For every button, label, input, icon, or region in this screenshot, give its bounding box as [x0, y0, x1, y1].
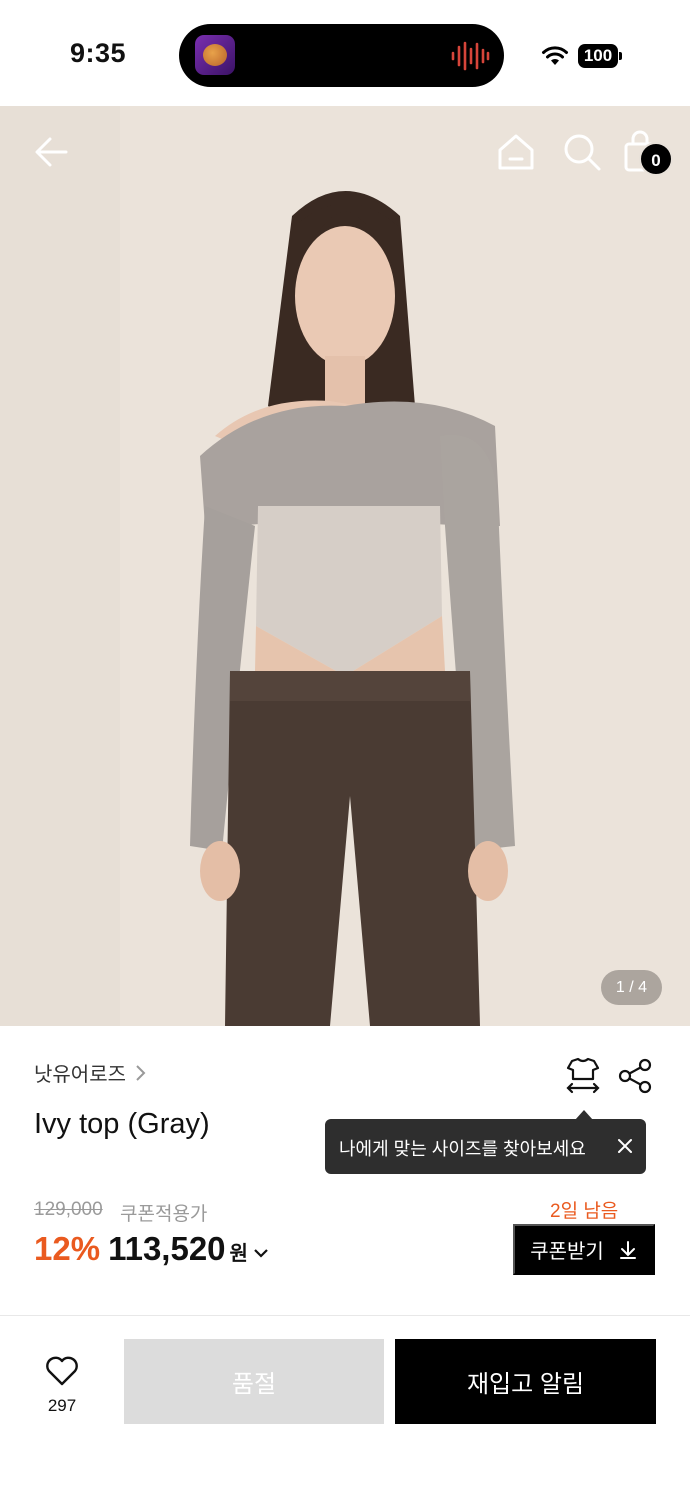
wishlist-button[interactable]: 297 [40, 1355, 84, 1416]
coupon-price-label: 쿠폰적용가 [120, 1204, 208, 1225]
currency-unit: 원 [229, 1243, 248, 1265]
wifi-icon [542, 46, 568, 65]
size-tooltip: 나에게 맞는 사이즈를 찾아보세요 [325, 1110, 646, 1174]
cart-count-badge: 0 [639, 142, 673, 176]
search-icon[interactable] [560, 130, 604, 174]
heart-icon [46, 1356, 78, 1386]
app-icon[interactable] [195, 35, 235, 75]
product-name: Ivy top (Gray) [34, 1108, 210, 1140]
chevron-right-icon [136, 1064, 146, 1081]
battery-icon: 100 [578, 44, 622, 68]
download-icon [619, 1240, 636, 1259]
original-price: 129,000 [34, 1199, 103, 1220]
image-page-indicator: 1 / 4 [601, 970, 662, 1005]
product-image-carousel[interactable]: 0 1 / 4 [0, 106, 690, 1026]
dynamic-island[interactable] [179, 24, 504, 87]
brand-link[interactable]: 낫유어로즈 [34, 1058, 148, 1087]
product-photo [0, 106, 690, 1026]
discount-rate: 12% [34, 1230, 101, 1267]
status-time: 9:35 [70, 38, 127, 68]
close-icon[interactable] [615, 1136, 635, 1156]
home-icon[interactable] [494, 130, 538, 174]
back-arrow-icon[interactable] [30, 130, 74, 174]
share-icon[interactable] [616, 1057, 654, 1095]
sale-price: 113,520 [108, 1230, 226, 1267]
restock-alert-button[interactable]: 재입고 알림 [395, 1339, 656, 1424]
coupon-days-left: 2일 남음 [550, 1201, 619, 1222]
battery-level: 100 [583, 46, 613, 65]
soldout-button[interactable]: 품절 [124, 1339, 384, 1424]
get-coupon-button[interactable]: 쿠폰받기 [513, 1224, 655, 1275]
chevron-down-icon[interactable] [252, 1246, 270, 1260]
tooltip-text: 나에게 맞는 사이즈를 찾아보세요 [339, 1139, 586, 1159]
status-bar: 9:35 100 [0, 0, 690, 106]
price-row[interactable]: 12% 113,520 원 [34, 1230, 270, 1268]
coupon-button-label: 쿠폰받기 [530, 1241, 604, 1263]
audio-wave-icon [451, 41, 490, 71]
wishlist-count: 297 [47, 1396, 77, 1415]
divider [0, 1315, 690, 1316]
size-guide-icon[interactable] [563, 1055, 603, 1095]
brand-name: 낫유어로즈 [34, 1064, 126, 1086]
